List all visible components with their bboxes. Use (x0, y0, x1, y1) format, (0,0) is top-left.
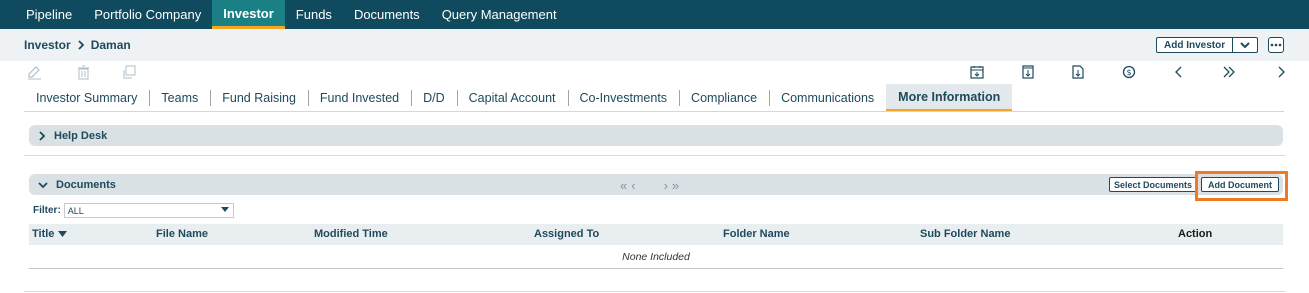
filter-value: ALL (67, 205, 84, 216)
breadcrumb-investor[interactable]: Investor (24, 38, 71, 52)
nav-query-management[interactable]: Query Management (431, 0, 568, 29)
column-action: Action (1178, 228, 1213, 240)
next-page-icon[interactable]: › (664, 178, 668, 193)
documents-pager: « ‹ › » (620, 178, 679, 193)
copy-icon[interactable] (121, 64, 137, 80)
column-sub-folder-name[interactable]: Sub Folder Name (920, 228, 1010, 240)
column-modified-time[interactable]: Modified Time (314, 228, 388, 240)
bottom-divider (24, 291, 1286, 292)
documents-table-header: Title File Name Modified Time Assigned T… (29, 224, 1283, 245)
nav-portfolio-company[interactable]: Portfolio Company (83, 0, 212, 29)
tab-co-investments[interactable]: Co-Investments (567, 84, 680, 111)
nav-funds[interactable]: Funds (285, 0, 343, 29)
next-icon[interactable] (1273, 64, 1289, 80)
bookmark-icon[interactable] (1020, 64, 1036, 80)
help-desk-panel-header[interactable]: Help Desk (29, 125, 1283, 146)
add-document-highlight (1195, 171, 1288, 201)
first-page-icon[interactable]: « (620, 178, 627, 193)
breadcrumb-current: Daman (90, 38, 131, 52)
previous-page-icon[interactable]: ‹ (631, 178, 635, 193)
tab-more-information[interactable]: More Information (886, 84, 1013, 111)
previous-icon[interactable] (1171, 64, 1187, 80)
section-divider (24, 155, 1286, 156)
chevron-right-icon (78, 40, 84, 50)
add-investor-button[interactable]: Add Investor (1157, 38, 1234, 52)
last-page-icon[interactable]: » (672, 178, 679, 193)
tab-fund-raising[interactable]: Fund Raising (210, 84, 308, 111)
select-documents-button[interactable]: Select Documents (1109, 177, 1197, 192)
chevron-down-icon (1240, 41, 1250, 48)
top-nav: Pipeline Portfolio Company Investor Fund… (0, 0, 1309, 29)
tab-compliance[interactable]: Compliance (679, 84, 769, 111)
filter-select[interactable]: ALL (63, 203, 234, 218)
fast-forward-icon[interactable] (1221, 64, 1237, 80)
sort-desc-icon (58, 231, 68, 237)
download-document-icon[interactable] (1070, 64, 1086, 80)
calendar-icon[interactable] (969, 64, 985, 80)
delete-icon[interactable] (75, 64, 91, 80)
nav-investor[interactable]: Investor (212, 0, 285, 29)
add-investor-dropdown[interactable] (1233, 38, 1257, 52)
empty-table-message: None Included (29, 245, 1283, 269)
svg-text:$: $ (1126, 68, 1131, 77)
documents-title: Documents (56, 178, 116, 191)
add-investor-split-button: Add Investor (1156, 37, 1259, 53)
chevron-down-icon (38, 181, 48, 189)
filter-control: Filter: ALL (33, 203, 234, 218)
breadcrumb-bar: Investor Daman Add Investor (0, 29, 1309, 61)
chevron-right-icon (38, 130, 46, 141)
icon-toolbar: $ (0, 61, 1309, 83)
edit-icon[interactable] (26, 64, 42, 80)
column-folder-name[interactable]: Folder Name (723, 228, 790, 240)
tab-capital-account[interactable]: Capital Account (456, 84, 568, 111)
breadcrumb: Investor Daman (24, 38, 131, 52)
column-title-label: Title (32, 228, 55, 240)
refresh-currency-icon[interactable]: $ (1121, 64, 1137, 80)
filter-label: Filter: (33, 205, 61, 216)
tab-teams[interactable]: Teams (149, 84, 210, 111)
dropdown-arrow-icon (220, 207, 229, 212)
help-desk-title: Help Desk (54, 129, 108, 142)
ellipsis-icon (1270, 43, 1282, 47)
investor-tabs: Investor Summary Teams Fund Raising Fund… (24, 84, 1284, 112)
nav-documents[interactable]: Documents (343, 0, 431, 29)
more-options-button[interactable] (1268, 37, 1284, 53)
tab-communications[interactable]: Communications (769, 84, 886, 111)
column-assigned-to[interactable]: Assigned To (534, 228, 599, 240)
tab-due-diligence[interactable]: D/D (411, 84, 457, 111)
tab-investor-summary[interactable]: Investor Summary (24, 84, 149, 111)
column-title[interactable]: Title (32, 228, 68, 240)
column-file-name[interactable]: File Name (156, 228, 208, 240)
tab-fund-invested[interactable]: Fund Invested (307, 84, 411, 111)
nav-pipeline[interactable]: Pipeline (15, 0, 83, 29)
